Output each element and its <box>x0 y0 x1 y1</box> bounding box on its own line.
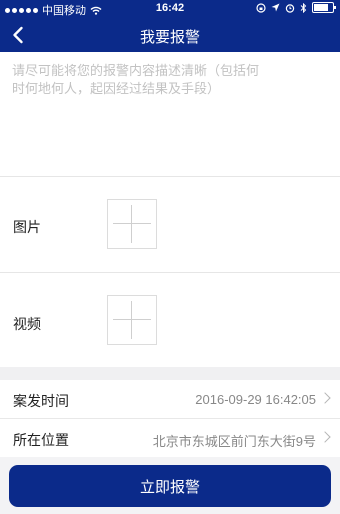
bluetooth-icon <box>300 2 307 13</box>
description-input[interactable]: 请尽可能将您的报警内容描述清晰（包括何时何地何人，起因经过结果及手段） <box>0 52 340 177</box>
description-placeholder: 请尽可能将您的报警内容描述清晰（包括何时何地何人，起因经过结果及手段） <box>12 63 260 96</box>
location-arrow-icon <box>271 3 280 12</box>
add-image-button[interactable] <box>107 199 157 249</box>
section-divider <box>0 367 340 380</box>
chevron-right-icon <box>319 431 331 443</box>
add-video-button[interactable] <box>107 295 157 345</box>
location-value: 北京市东城区前门东大街9号 <box>152 434 316 449</box>
incident-time-value: 2016-09-29 16:42:05 <box>195 392 316 407</box>
report-now-button[interactable]: 立即报警 <box>9 465 331 507</box>
video-upload-row: 视频 <box>0 273 340 369</box>
location-label: 所在位置 <box>13 432 69 448</box>
alarm-icon <box>285 3 295 13</box>
status-icons <box>256 2 336 13</box>
battery-icon <box>312 2 336 13</box>
video-label: 视频 <box>13 316 41 332</box>
incident-time-row[interactable]: 案发时间 2016-09-29 16:42:05 <box>0 380 340 419</box>
plus-icon <box>113 223 151 224</box>
image-upload-row: 图片 <box>0 177 340 273</box>
status-bar: 中国移动 16:42 <box>0 0 340 18</box>
navigation-bar: 我要报警 <box>0 18 340 52</box>
incident-time-label: 案发时间 <box>13 393 69 409</box>
rotation-lock-icon <box>256 2 266 13</box>
chevron-right-icon <box>319 392 331 404</box>
page-title: 我要报警 <box>139 29 200 46</box>
image-label: 图片 <box>13 219 41 235</box>
bottom-action-bar: 立即报警 <box>0 457 340 514</box>
plus-icon <box>113 319 151 320</box>
location-row[interactable]: 所在位置 北京市东城区前门东大街9号 <box>0 419 340 458</box>
